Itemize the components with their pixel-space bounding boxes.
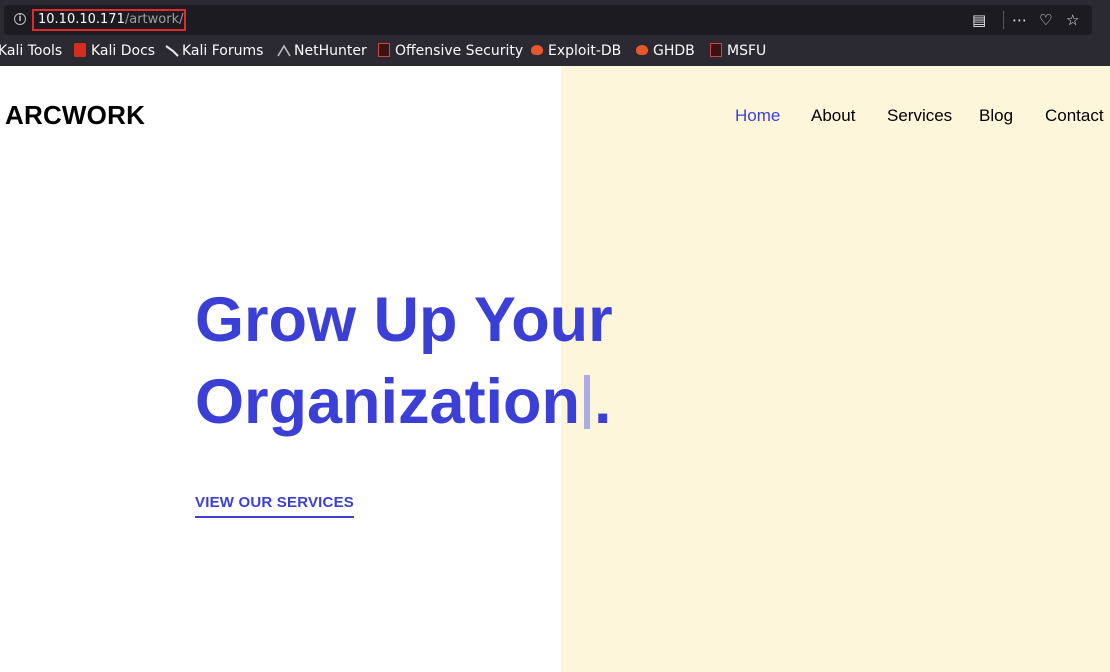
kali-docs-icon bbox=[74, 43, 86, 57]
browser-chrome: i 10.10.10.171/artwork/ ▤ ⋯ ♡ ☆ Kali Too… bbox=[0, 0, 1110, 66]
nav-contact[interactable]: Contact bbox=[1045, 106, 1104, 126]
kali-forums-icon bbox=[165, 43, 179, 57]
bookmark-kali-docs[interactable]: Kali Docs bbox=[74, 42, 155, 60]
url-host: 10.10.10.171 bbox=[38, 12, 125, 27]
bookmark-label: Kali Tools bbox=[0, 43, 63, 59]
hero-word: Organization bbox=[195, 367, 581, 437]
site-logo[interactable]: ARCWORK bbox=[5, 100, 145, 131]
bookmark-label: Offensive Security bbox=[395, 43, 524, 59]
pocket-icon[interactable]: ♡ bbox=[1039, 12, 1052, 28]
bookmark-kali-forums[interactable]: Kali Forums bbox=[165, 42, 263, 60]
bookmark-label: Kali Docs bbox=[91, 43, 156, 59]
offsec-icon bbox=[378, 43, 390, 57]
hero-line-1: Grow Up Your bbox=[195, 285, 613, 355]
exploitdb-icon bbox=[531, 45, 543, 55]
bookmark-msfu[interactable]: MSFU bbox=[710, 42, 766, 60]
ghdb-icon bbox=[636, 45, 648, 55]
bookmark-star-icon[interactable]: ☆ bbox=[1066, 12, 1079, 28]
hero-suffix: . bbox=[594, 367, 612, 437]
hero-background-panel bbox=[561, 66, 1110, 672]
address-bar[interactable]: i 10.10.10.171/artwork/ ▤ ⋯ ♡ ☆ bbox=[4, 5, 1092, 35]
msfu-icon bbox=[710, 43, 722, 57]
bookmark-label: Kali Forums bbox=[182, 43, 264, 59]
nethunter-icon bbox=[277, 43, 291, 57]
nav-about[interactable]: About bbox=[811, 106, 855, 126]
typing-cursor bbox=[584, 375, 591, 429]
bookmark-offensive-security[interactable]: Offensive Security bbox=[378, 42, 523, 60]
nav-services[interactable]: Services bbox=[887, 106, 952, 126]
reader-view-icon[interactable]: ▤ bbox=[972, 12, 986, 28]
bookmark-label: NetHunter bbox=[294, 43, 367, 59]
nav-home[interactable]: Home bbox=[735, 106, 780, 126]
bookmark-ghdb[interactable]: GHDB bbox=[636, 42, 695, 60]
info-icon[interactable]: i bbox=[14, 13, 26, 25]
url-text[interactable]: 10.10.10.171/artwork/ bbox=[32, 9, 186, 31]
bookmark-label: Exploit-DB bbox=[548, 43, 622, 59]
bookmark-label: MSFU bbox=[727, 43, 767, 59]
bookmark-nethunter[interactable]: NetHunter bbox=[277, 42, 367, 60]
view-services-link[interactable]: VIEW OUR SERVICES bbox=[195, 494, 354, 518]
nav-blog[interactable]: Blog bbox=[979, 106, 1013, 126]
hero-heading: Grow Up Your Organization. bbox=[195, 279, 635, 443]
bookmark-label: GHDB bbox=[653, 43, 695, 59]
hero-line-2: Organization. bbox=[195, 361, 635, 443]
more-actions-icon[interactable]: ⋯ bbox=[1012, 12, 1027, 28]
bookmark-exploit-db[interactable]: Exploit-DB bbox=[531, 42, 621, 60]
url-path: /artwork/ bbox=[124, 12, 184, 27]
bookmark-kali-tools[interactable]: Kali Tools bbox=[0, 42, 62, 60]
toolbar-separator bbox=[1003, 11, 1004, 29]
web-page: ARCWORK Home About Services Blog Contact… bbox=[0, 66, 1110, 672]
